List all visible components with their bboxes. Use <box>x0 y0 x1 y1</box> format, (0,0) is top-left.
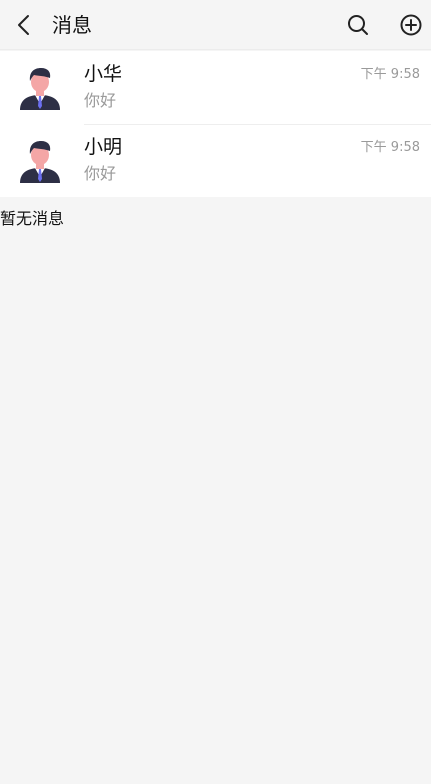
search-icon <box>348 15 368 35</box>
back-button[interactable] <box>12 12 38 38</box>
message-time: 下午 9:58 <box>360 67 420 82</box>
user-avatar-icon <box>20 141 60 183</box>
add-button[interactable] <box>398 12 424 38</box>
chevron-left-icon <box>18 15 29 35</box>
message-preview: 你好 <box>84 164 117 183</box>
conversation-list: 小华 你好 下午 9:58 小明 你好 下午 9:58 <box>0 51 431 197</box>
search-button[interactable] <box>345 12 371 38</box>
user-avatar-icon <box>20 68 60 110</box>
empty-state-text: 暂无消息 <box>0 209 65 228</box>
contact-name: 小明 <box>84 136 123 158</box>
message-time: 下午 9:58 <box>360 140 420 155</box>
contact-name: 小华 <box>84 63 123 85</box>
message-preview: 你好 <box>84 91 117 110</box>
page-title: 消息 <box>52 13 92 37</box>
top-bar: 消息 <box>0 0 431 50</box>
conversation-item[interactable]: 小明 你好 下午 9:58 <box>0 124 431 197</box>
plus-circle-icon <box>400 14 422 36</box>
conversation-item[interactable]: 小华 你好 下午 9:58 <box>0 51 431 124</box>
